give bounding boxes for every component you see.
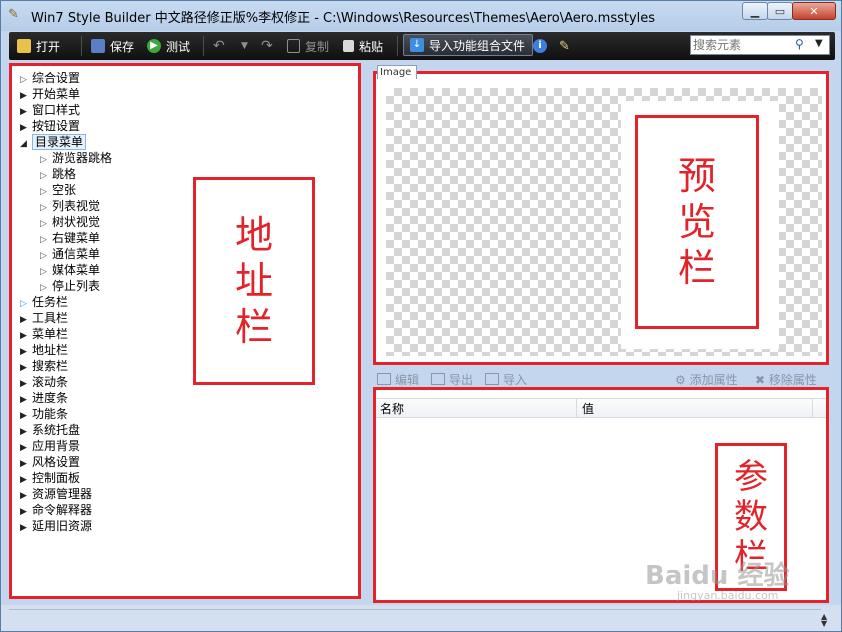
close-button[interactable]: ✕ bbox=[792, 2, 836, 20]
add-attribute-button[interactable]: ⚙ 添加属性 bbox=[675, 371, 738, 388]
column-name-header[interactable]: 名称 bbox=[380, 400, 404, 417]
paste-label: 粘贴 bbox=[359, 39, 384, 54]
search-input[interactable] bbox=[693, 37, 789, 53]
tree-item[interactable]: ▶ 菜单栏 bbox=[20, 326, 68, 342]
status-bar bbox=[1, 605, 841, 631]
tree-item[interactable]: ▷ 列表视觉 bbox=[40, 198, 100, 214]
test-label: 测试 bbox=[166, 39, 191, 54]
tree-item[interactable]: ▶ 窗口样式 bbox=[20, 102, 80, 118]
tree-item[interactable]: ▶ 控制面板 bbox=[20, 470, 80, 486]
column-divider[interactable] bbox=[812, 399, 813, 417]
folder-icon bbox=[17, 39, 31, 53]
close-icon: ✖ bbox=[755, 373, 769, 387]
test-button[interactable]: ▶ 测试 bbox=[147, 36, 190, 56]
tree-item[interactable]: ▶ 工具栏 bbox=[20, 310, 68, 326]
preview-annotation: 预 览 栏 bbox=[635, 115, 759, 329]
tree-item[interactable]: ▶ 风格设置 bbox=[20, 454, 80, 470]
tree-item[interactable]: ▷ 任务栏 bbox=[20, 294, 68, 310]
tree-item[interactable]: ▷ 通信菜单 bbox=[40, 246, 100, 262]
title-bar: ✎ Win7 Style Builder 中文路径修正版%李权修正 - C:\W… bbox=[1, 1, 841, 31]
open-button[interactable]: 打开 bbox=[17, 36, 60, 56]
tree-item[interactable]: ▷ 树状视觉 bbox=[40, 214, 100, 230]
redo-icon[interactable]: ↷ bbox=[261, 36, 273, 56]
maximize-button[interactable]: ▭ bbox=[767, 2, 793, 20]
floppy-icon bbox=[91, 39, 105, 53]
search-icon[interactable]: ⚲ bbox=[795, 37, 804, 51]
undo-icon[interactable]: ↶ bbox=[213, 36, 225, 56]
tab-image[interactable]: Image bbox=[377, 65, 417, 79]
watermark-logo: Baidu 经验 bbox=[645, 561, 790, 591]
export-button[interactable]: 导出 bbox=[431, 371, 473, 388]
tree-item[interactable]: ▶ 延用旧资源 bbox=[20, 518, 92, 534]
main-toolbar: 打开 保存 ▶ 测试 ↶ ▼ ↷ 复制 粘贴 ↓ 导入功能组合文件 i ✎ 搜索… bbox=[9, 32, 835, 60]
window-controls: ▁ ▭ ✕ bbox=[742, 2, 836, 20]
tree-item[interactable]: ▷ 停止列表 bbox=[40, 278, 100, 294]
expand-arrow-icon[interactable]: ▶ bbox=[20, 520, 32, 536]
scroll-arrows-icon[interactable]: ▲ ▼ bbox=[821, 613, 827, 628]
toolbar-divider bbox=[203, 36, 204, 56]
import-combo-label: 导入功能组合文件 bbox=[429, 38, 526, 53]
tree-item[interactable]: ▶ 进度条 bbox=[20, 390, 68, 406]
column-value-header[interactable]: 值 bbox=[582, 400, 594, 417]
app-window: ✎ Win7 Style Builder 中文路径修正版%李权修正 - C:\W… bbox=[0, 0, 842, 632]
download-icon: ↓ bbox=[410, 38, 424, 52]
watermark-url: jingyan.baidu.com bbox=[677, 589, 779, 602]
tree-item[interactable]: ▶ 资源管理器 bbox=[20, 486, 92, 502]
toolbar-divider bbox=[397, 36, 398, 56]
toolbar-divider bbox=[81, 36, 82, 56]
tree-item[interactable]: ▷ 媒体菜单 bbox=[40, 262, 100, 278]
chevron-down-icon[interactable]: ▼ bbox=[815, 38, 823, 49]
import-icon bbox=[485, 373, 499, 385]
collapse-arrow-icon[interactable]: ◢ bbox=[20, 136, 32, 152]
copy-icon bbox=[287, 39, 300, 53]
tree-item[interactable]: ▶ 滚动条 bbox=[20, 374, 68, 390]
address-annotation: 地 址 栏 bbox=[193, 177, 315, 385]
import-button[interactable]: 导入 bbox=[485, 371, 527, 388]
save-button[interactable]: 保存 bbox=[91, 36, 134, 56]
window-title: Win7 Style Builder 中文路径修正版%李权修正 - C:\Win… bbox=[31, 11, 656, 26]
undo-dropdown-icon[interactable]: ▼ bbox=[241, 36, 248, 56]
tree-item[interactable]: ▶ 按钮设置 bbox=[20, 118, 80, 134]
tree-item[interactable]: ▷ 空张 bbox=[40, 182, 76, 198]
info-icon[interactable]: i bbox=[533, 36, 552, 56]
gear-icon: ⚙ bbox=[675, 373, 690, 387]
tree-item[interactable]: ▶ 应用背景 bbox=[20, 438, 80, 454]
brush-icon: ✎ bbox=[8, 7, 19, 22]
tree-item[interactable]: ▶ 系统托盘 bbox=[20, 422, 80, 438]
tree-item[interactable]: ▶ 地址栏 bbox=[20, 342, 68, 358]
tree-item[interactable]: ▷ 右键菜单 bbox=[40, 230, 100, 246]
save-label: 保存 bbox=[110, 39, 135, 54]
search-box[interactable]: ⚲ ▼ bbox=[690, 35, 830, 55]
tree-item[interactable]: ▷ 游览器跳格 bbox=[40, 150, 112, 166]
tree-item-selected[interactable]: ◢ 目录菜单 bbox=[20, 134, 87, 152]
tree-item[interactable]: ▷ 综合设置 bbox=[20, 70, 80, 86]
tree-item[interactable]: ▶ 开始菜单 bbox=[20, 86, 80, 102]
tree-item[interactable]: ▶ 功能条 bbox=[20, 406, 68, 422]
edit-icon bbox=[377, 373, 391, 385]
remove-attribute-button[interactable]: ✖ 移除属性 bbox=[755, 371, 817, 388]
copy-button[interactable]: 复制 bbox=[287, 36, 329, 56]
clipboard-icon bbox=[343, 40, 354, 52]
open-label: 打开 bbox=[36, 39, 61, 54]
property-toolbar: 编辑 导出 导入 ⚙ 添加属性 ✖ 移除属性 bbox=[373, 369, 829, 387]
brush-icon[interactable]: ✎ bbox=[559, 36, 570, 56]
tree-item[interactable]: ▷ 跳格 bbox=[40, 166, 76, 182]
play-icon: ▶ bbox=[147, 39, 161, 53]
export-icon bbox=[431, 373, 445, 385]
column-divider[interactable] bbox=[576, 399, 577, 417]
minimize-button[interactable]: ▁ bbox=[742, 2, 768, 20]
import-combo-button[interactable]: ↓ 导入功能组合文件 bbox=[403, 34, 533, 56]
copy-label: 复制 bbox=[305, 39, 330, 54]
status-divider bbox=[9, 609, 821, 610]
column-header: 名称 值 bbox=[376, 398, 826, 418]
paste-button[interactable]: 粘贴 bbox=[343, 36, 383, 56]
edit-button[interactable]: 编辑 bbox=[377, 371, 419, 388]
tree-item[interactable]: ▶ 搜索栏 bbox=[20, 358, 68, 374]
tree-item[interactable]: ▶ 命令解释器 bbox=[20, 502, 92, 518]
